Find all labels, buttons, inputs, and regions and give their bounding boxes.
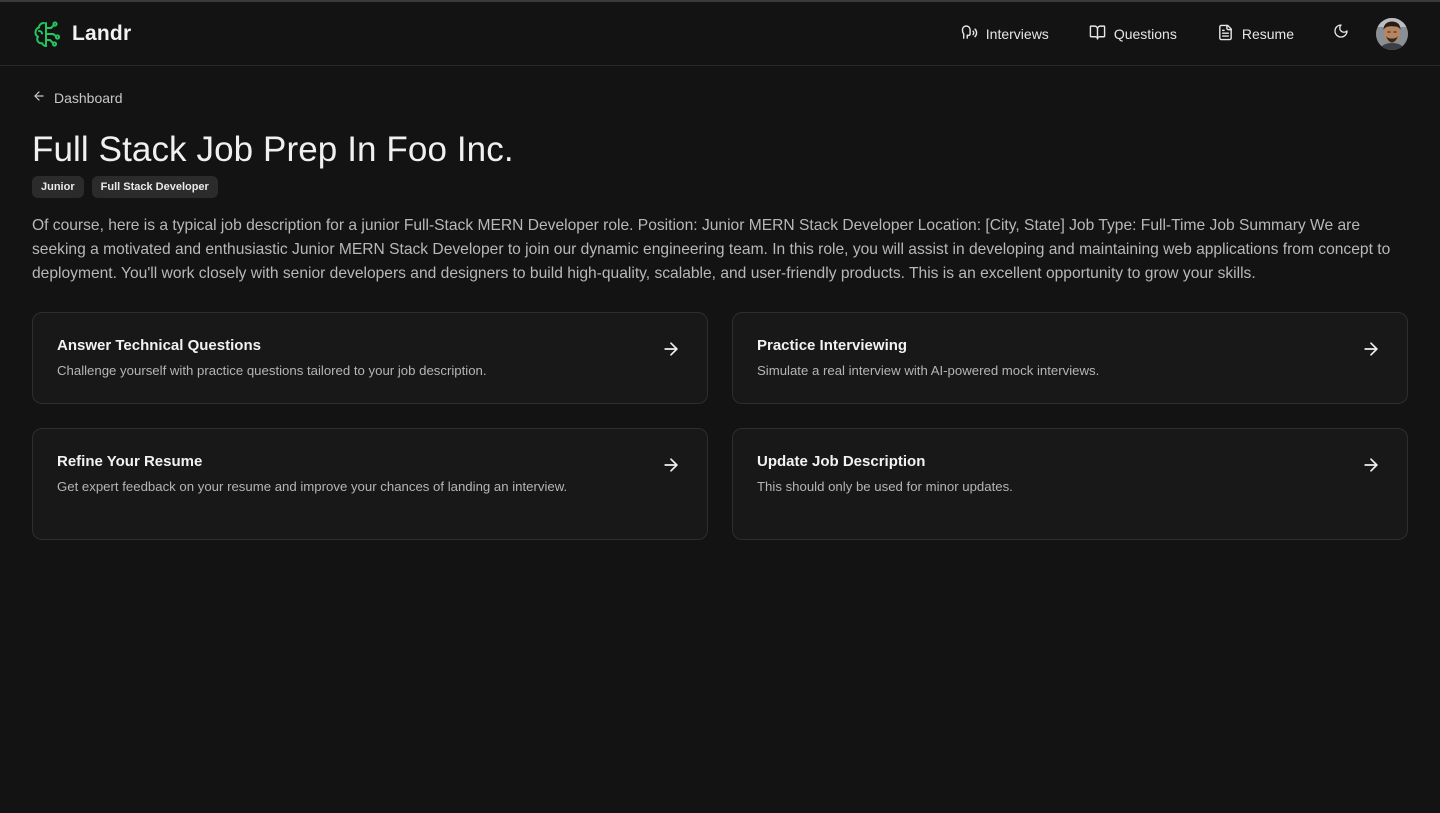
arrow-left-icon (32, 89, 46, 106)
main-nav: Interviews Questions Resume (961, 17, 1408, 50)
arrow-right-icon (1361, 455, 1381, 475)
card-description: This should only be used for minor updat… (757, 479, 1013, 494)
answer-technical-questions-card[interactable]: Answer Technical Questions Challenge you… (32, 312, 708, 404)
moon-icon (1333, 23, 1349, 44)
back-to-dashboard-link[interactable]: Dashboard (32, 89, 123, 106)
job-role-badge: Full Stack Developer (91, 176, 218, 198)
brain-circuit-icon (32, 19, 62, 49)
job-description: Of course, here is a typical job descrip… (32, 217, 1391, 282)
file-text-icon (1217, 24, 1234, 44)
nav-resume-link[interactable]: Resume (1217, 24, 1294, 44)
back-link-label: Dashboard (54, 89, 123, 106)
card-title: Practice Interviewing (757, 337, 908, 354)
card-description: Challenge yourself with practice questio… (57, 363, 487, 378)
card-title: Update Job Description (757, 453, 926, 470)
action-cards-grid: Answer Technical Questions Challenge you… (32, 312, 1408, 540)
nav-questions-label: Questions (1113, 25, 1177, 42)
job-badges: Junior Full Stack Developer (32, 176, 1408, 198)
card-title: Answer Technical Questions (57, 337, 261, 354)
nav-interviews-link[interactable]: Interviews (961, 24, 1049, 44)
book-open-icon (1089, 24, 1106, 44)
update-job-description-card[interactable]: Update Job Description This should only … (732, 428, 1408, 540)
arrow-right-icon (661, 339, 681, 359)
theme-toggle-button[interactable] (1332, 23, 1350, 44)
top-navbar: Landr Interviews Questions Resume (0, 2, 1440, 66)
brand-link[interactable]: Landr (32, 19, 131, 49)
job-info-page: Dashboard Full Stack Job Prep In Foo Inc… (32, 66, 1408, 540)
nav-questions-link[interactable]: Questions (1089, 24, 1177, 44)
arrow-right-icon (1361, 339, 1381, 359)
nav-resume-label: Resume (1241, 25, 1294, 42)
nav-interviews-label: Interviews (985, 25, 1049, 42)
refine-resume-card[interactable]: Refine Your Resume Get expert feedback o… (32, 428, 708, 540)
card-description: Get expert feedback on your resume and i… (57, 479, 568, 494)
arrow-right-icon (661, 455, 681, 475)
page-title: Full Stack Job Prep In Foo Inc. (32, 130, 514, 169)
card-title: Refine Your Resume (57, 453, 203, 470)
card-description: Simulate a real interview with AI-powere… (757, 363, 1100, 378)
user-avatar[interactable] (1376, 17, 1408, 50)
practice-interviewing-card[interactable]: Practice Interviewing Simulate a real in… (732, 312, 1408, 404)
brand-name: Landr (72, 21, 132, 45)
speech-icon (961, 24, 978, 44)
experience-level-badge: Junior (32, 176, 84, 198)
